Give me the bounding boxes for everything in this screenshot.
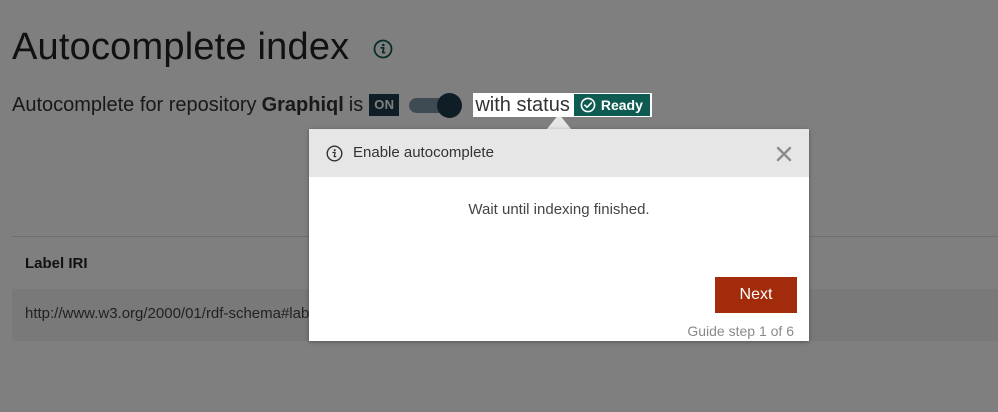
close-icon[interactable]: [773, 143, 795, 165]
guide-popover: Enable autocomplete Wait until indexing …: [309, 129, 809, 341]
status-highlight: with status Ready: [473, 93, 652, 117]
popover-message: Wait until indexing finished.: [468, 201, 650, 218]
check-circle-icon: [580, 97, 596, 113]
info-circle-icon: [326, 145, 343, 162]
guide-step-counter: Guide step 1 of 6: [687, 323, 794, 339]
next-button[interactable]: Next: [715, 277, 797, 313]
ready-label: Ready: [600, 97, 643, 113]
popover-title: Enable autocomplete: [353, 144, 494, 161]
popover-header: Enable autocomplete: [309, 129, 809, 177]
ready-status-badge: Ready: [573, 94, 650, 116]
with-status-label: with status: [475, 93, 570, 116]
page: Autocomplete index Autocomplete for repo…: [0, 0, 998, 412]
